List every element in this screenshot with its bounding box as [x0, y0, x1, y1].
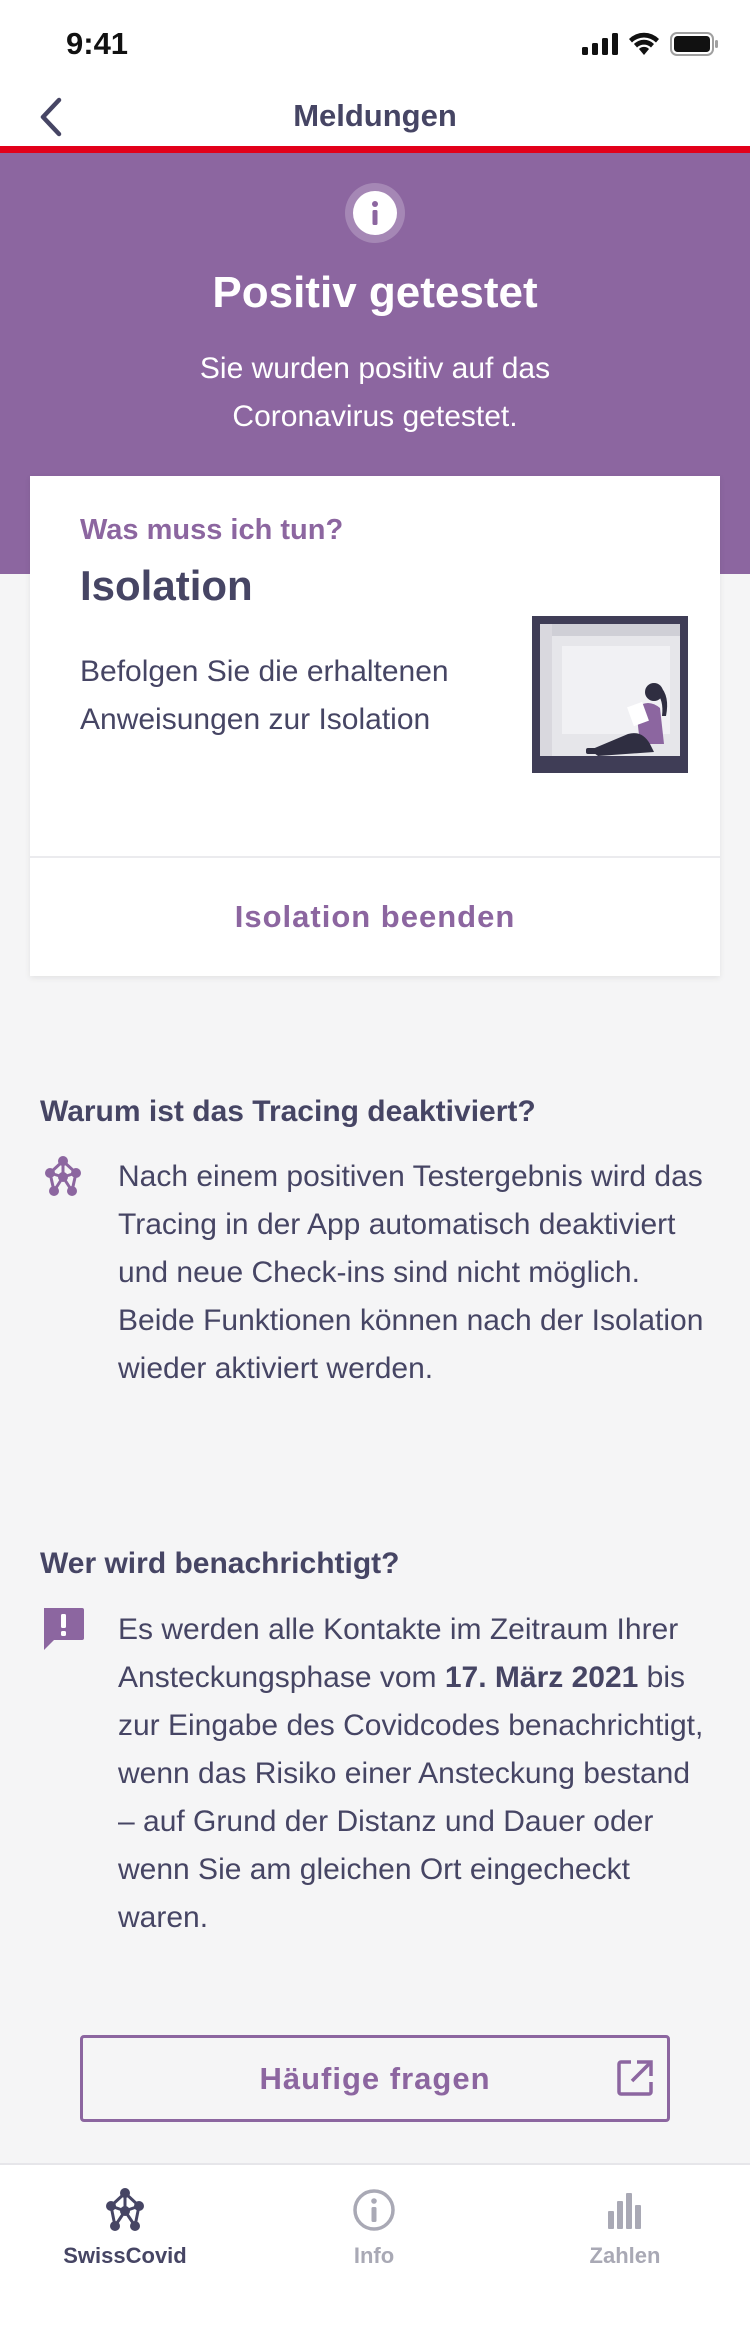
- tracing-section-title: Warum ist das Tracing deaktiviert?: [40, 1095, 536, 1128]
- end-isolation-button[interactable]: Isolation beenden: [30, 858, 720, 976]
- tab-zahlen-label: Zahlen: [589, 2243, 661, 2268]
- info-icon: [372, 201, 378, 225]
- network-icon: [106, 2188, 144, 2231]
- card-body: Befolgen Sie die erhaltenen Anweisungen …: [80, 655, 449, 736]
- network-icon: [45, 1156, 81, 1196]
- faq-button[interactable]: Häufige fragen: [80, 2035, 670, 2122]
- tab-info[interactable]: Info: [274, 2179, 474, 2279]
- external-link-icon: [617, 2060, 653, 2096]
- bar-chart-icon: [608, 2193, 641, 2229]
- isolation-card: Was muss ich tun? Isolation Befolgen Sie…: [30, 476, 720, 976]
- system-indicators: [582, 30, 720, 58]
- signal-icon: [582, 33, 618, 55]
- info-icon: [353, 2189, 395, 2231]
- notify-section-title: Wer wird benachrichtigt?: [40, 1547, 400, 1580]
- isolation-illustration: [532, 616, 688, 773]
- card-heading: Isolation: [80, 562, 253, 609]
- status-time: 9:41: [66, 26, 129, 61]
- card-question: Was muss ich tun?: [80, 514, 344, 546]
- status-bar: 9:41: [0, 0, 750, 88]
- notify-date: 17. März 2021: [444, 1661, 639, 1694]
- status-subtitle: Sie wurden positiv auf das Coronavirus g…: [199, 352, 551, 433]
- navigation-bar: Meldungen: [0, 88, 750, 146]
- info-icon-container: [345, 183, 405, 243]
- wifi-icon: [629, 32, 659, 55]
- notify-text-after: bis zur Eingabe des Covidcodes benachric…: [118, 1661, 704, 1934]
- tab-swisscovid-label: SwissCovid: [63, 2243, 187, 2268]
- tab-info-label: Info: [353, 2243, 395, 2268]
- tracing-section-text: Nach einem positiven Testergebnis wird d…: [118, 1160, 704, 1385]
- alert-message-icon: [44, 1608, 84, 1650]
- alert-divider: [0, 146, 750, 153]
- tab-zahlen[interactable]: Zahlen: [525, 2179, 725, 2279]
- battery-icon: [670, 32, 718, 56]
- page-title: Meldungen: [293, 98, 457, 133]
- faq-button-label: Häufige fragen: [259, 2060, 491, 2096]
- notify-section-text: Es werden alle Kontakte im Zeitraum Ihre…: [118, 1606, 708, 1942]
- tab-bar: SwissCovid Info Zahlen: [0, 2163, 750, 2332]
- status-title: Positiv getestet: [212, 268, 538, 317]
- tab-swisscovid[interactable]: SwissCovid: [25, 2179, 225, 2279]
